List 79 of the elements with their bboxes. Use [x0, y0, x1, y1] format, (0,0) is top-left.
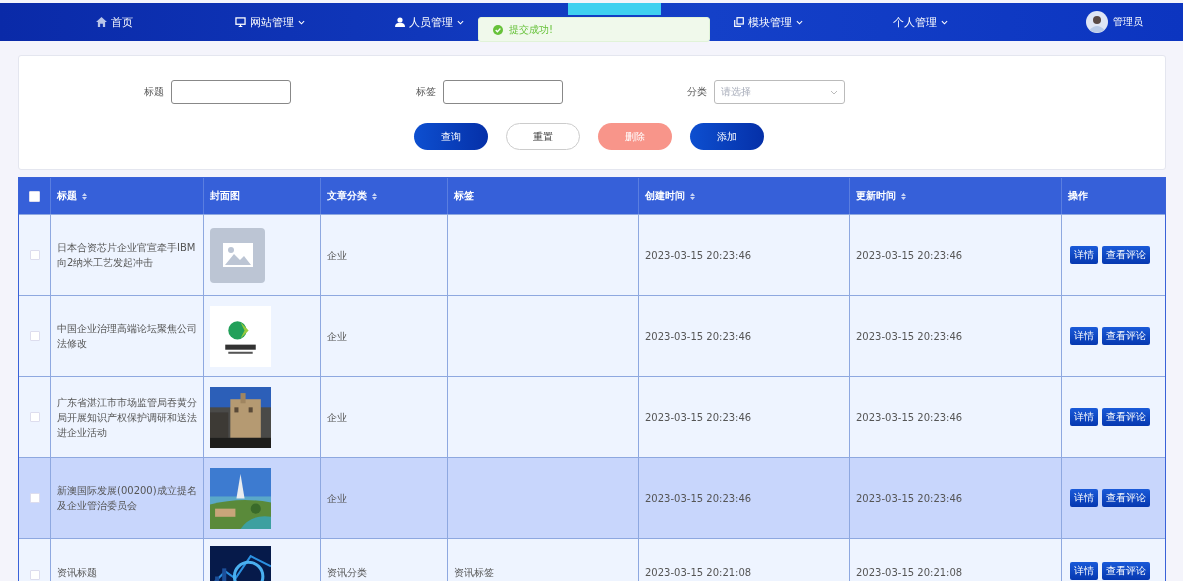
table-cell-text: 2023-03-15 20:21:08: [645, 566, 752, 580]
row-action-button[interactable]: 详情: [1070, 327, 1098, 345]
table-cell-text: 2023-03-15 20:23:46: [856, 410, 963, 425]
table-cell-text: 企业: [327, 410, 347, 425]
table-cell-text: 日本合资芯片企业官宣牵手IBM 向2纳米工艺发起冲击: [57, 241, 197, 270]
chevron-down-icon: [298, 19, 305, 25]
nav-menu-item[interactable]: 模块管理: [734, 14, 803, 30]
toast-text: 提交成功!: [509, 22, 553, 37]
chevron-down-icon: [941, 19, 948, 25]
nav-menu-item[interactable]: 首页: [96, 14, 133, 30]
column-header: 标签: [447, 178, 638, 214]
column-header: 操作: [1061, 178, 1165, 214]
sort-icon: [901, 192, 906, 200]
table-cell-text: 2023-03-15 20:23:46: [645, 410, 752, 425]
chevron-down-icon: [830, 89, 838, 95]
table-cell-text: 企业: [327, 491, 347, 506]
image-placeholder-icon: [210, 227, 265, 283]
table-cell-text: 广东省湛江市市场监管局吞黄分局开展知识产权保护调研和送法进企业活动: [57, 395, 197, 440]
table-cell-text: 企业: [327, 329, 347, 344]
row-action-button[interactable]: 查看评论: [1102, 327, 1150, 345]
action-button[interactable]: 重置: [506, 123, 580, 150]
nav-menu-item[interactable]: 人员管理: [395, 14, 464, 30]
table-cell-text: 资讯标题: [57, 566, 97, 580]
row-checkbox[interactable]: [29, 412, 40, 422]
home-icon: [96, 17, 107, 27]
table-cell-text: 2023-03-15 20:23:46: [645, 248, 752, 263]
column-header[interactable]: 标题: [50, 178, 203, 214]
row-action-button[interactable]: 详情: [1070, 408, 1098, 426]
table-cell-text: 企业: [327, 248, 347, 263]
field-label: 分类: [687, 85, 707, 99]
avatar-icon[interactable]: [1086, 11, 1108, 33]
column-header[interactable]: 文章分类: [320, 178, 447, 214]
column-header[interactable]: 更新时间: [849, 178, 1061, 214]
input-field[interactable]: [443, 80, 563, 104]
table-cell-text: 2023-03-15 20:23:46: [856, 248, 963, 263]
field-label: 标签: [416, 85, 436, 99]
action-button[interactable]: 查询: [414, 123, 488, 150]
chevron-down-icon: [457, 19, 464, 25]
table-cell-text: 2023-03-15 20:23:46: [645, 329, 752, 344]
row-action-button[interactable]: 查看评论: [1102, 489, 1150, 507]
row-action-button[interactable]: 查看评论: [1102, 408, 1150, 426]
row-action-button[interactable]: 详情: [1070, 562, 1098, 580]
select-all-checkbox[interactable]: [29, 190, 40, 202]
table-row[interactable]: 新澳国际发展(00200)成立提名及企业管治委员会 企业 2023-03-15 20:23:46 2023-03-15 20:23:46 详情 查看评论: [19, 457, 1165, 538]
table-cell-text: 2023-03-15 20:23:46: [645, 491, 752, 506]
monitor-icon: [235, 17, 246, 27]
sort-icon: [372, 192, 377, 200]
row-checkbox[interactable]: [29, 250, 40, 260]
success-icon: [493, 24, 503, 35]
table-cell-text: 中国企业治理高端论坛聚焦公司法修改: [57, 322, 197, 351]
field-label: 标题: [144, 85, 164, 99]
row-checkbox[interactable]: [29, 331, 40, 341]
table-cell-text: 资讯分类: [327, 566, 367, 580]
row-action-button[interactable]: 详情: [1070, 246, 1098, 264]
chevron-down-icon: [796, 19, 803, 25]
column-header: 封面图: [203, 178, 320, 214]
table-row[interactable]: 日本合资芯片企业官宣牵手IBM 向2纳米工艺发起冲击 企业 2023-03-15 20:23:46 2023-03-15 20:23:46 详情 查看评论: [19, 214, 1165, 295]
row-action-button[interactable]: 查看评论: [1102, 246, 1150, 264]
action-button[interactable]: 添加: [690, 123, 764, 150]
table-cell-text: 资讯标签: [454, 566, 494, 580]
column-header[interactable]: 创建时间: [638, 178, 849, 214]
table-cell-text: 2023-03-15 20:21:08: [856, 566, 963, 580]
table-row[interactable]: 中国企业治理高端论坛聚焦公司法修改 企业 2023-03-15 20:23:46 2023-03-15 20:23:46 详情 查看评论: [19, 295, 1165, 376]
nav-menu-item[interactable]: 网站管理: [235, 14, 305, 30]
table-row[interactable]: 资讯标题 资讯分类 资讯标签 2023-03-15 20:21:08 2023-03-15 20:21:08 详情 查看评论: [19, 538, 1165, 581]
row-checkbox[interactable]: [29, 570, 40, 580]
nav-menu-item[interactable]: 个人管理: [893, 14, 948, 30]
user-name[interactable]: 管理员: [1113, 15, 1143, 29]
row-action-button[interactable]: 查看评论: [1102, 562, 1150, 580]
sort-icon: [690, 192, 695, 200]
copy-icon: [734, 17, 744, 27]
table-cell-text: 2023-03-15 20:23:46: [856, 491, 963, 506]
sort-icon: [82, 192, 87, 200]
row-checkbox[interactable]: [29, 493, 40, 503]
table-cell-text: 新澳国际发展(00200)成立提名及企业管治委员会: [57, 484, 197, 513]
input-field[interactable]: [171, 80, 291, 104]
row-action-button[interactable]: 详情: [1070, 489, 1098, 507]
user-icon: [395, 17, 405, 27]
table-cell-text: 2023-03-15 20:23:46: [856, 329, 963, 344]
